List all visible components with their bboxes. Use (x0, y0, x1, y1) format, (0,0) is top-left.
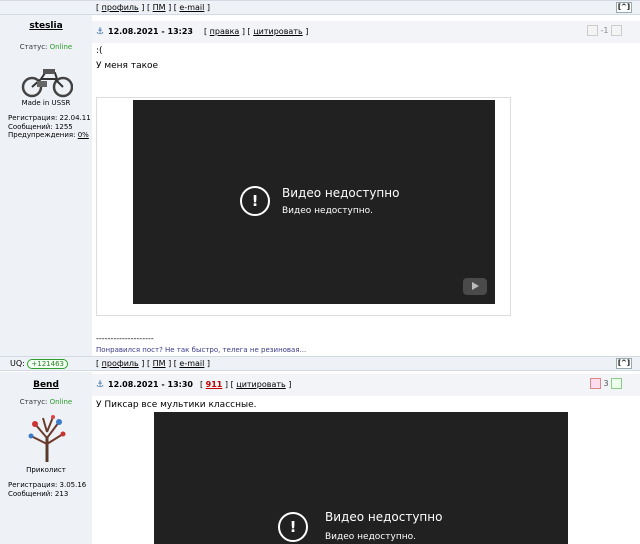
post-text-line: :( (96, 46, 103, 56)
post-date: 12.08.2021 - 13:23 (108, 27, 193, 36)
signature-separator: -------------------- (96, 334, 154, 343)
vote-down-button[interactable] (590, 378, 601, 389)
vote-box: -1 (587, 25, 623, 36)
status-label: Статус: (19, 43, 48, 51)
registration-date: Регистрация: 3.05.16 (8, 481, 87, 489)
post-text-line: У меня такое (96, 61, 159, 71)
status-online: Online (49, 398, 73, 406)
top-link-bar: [ профиль ] [ ПМ ] [ e-mail ] [^] (0, 0, 640, 15)
quote-link[interactable]: цитировать (253, 27, 302, 36)
signature: Понравился пост? Не так быстро, телега н… (96, 346, 307, 354)
author-stats: Регистрация: 22.04.11 Сообщений: 1255 Пр… (8, 114, 91, 140)
mid-link-bar: UQ: +121463 [ профиль ] [ ПМ ] [ e-mail … (0, 356, 640, 371)
post2-header: ⚓ 12.08.2021 - 13:30 [ 911 ] [ цитироват… (92, 374, 640, 396)
scroll-up-button[interactable]: [^] (616, 358, 632, 369)
uq-rating: UQ: +121463 (10, 359, 68, 369)
post-actions: [ правка ] [ цитировать ] (204, 27, 309, 36)
vote-box: 3 (590, 378, 623, 389)
author-name[interactable]: steslia (0, 21, 92, 31)
registration-date: Регистрация: 22.04.11 (8, 114, 91, 122)
reply-number-link[interactable]: 911 (206, 380, 223, 389)
video-player[interactable]: ! Видео недоступно Видео недоступно. (154, 412, 568, 544)
avatar-caption: Приколист (26, 466, 66, 474)
post-date: 12.08.2021 - 13:30 (108, 380, 193, 389)
anchor-icon[interactable]: ⚓ (96, 27, 104, 37)
pm-link[interactable]: ПМ (153, 3, 166, 12)
mid-links: [ профиль ] [ ПМ ] [ e-mail ] (96, 359, 211, 368)
alert-icon: ! (278, 512, 308, 542)
alert-icon: ! (240, 186, 270, 216)
post1-author-panel: steslia Статус: Online Made in USSR Реги… (0, 15, 92, 356)
post2-body: У Пиксар все мультики классные. (96, 400, 256, 410)
status-online: Online (49, 43, 73, 51)
profile-link[interactable]: профиль (102, 359, 139, 368)
quote-link[interactable]: цитировать (236, 380, 285, 389)
status-label: Статус: (19, 398, 48, 406)
edit-link[interactable]: правка (210, 27, 240, 36)
post1-body: :( У меня такое (96, 46, 158, 71)
vote-up-button[interactable] (611, 25, 623, 36)
warnings-value[interactable]: 0% (78, 131, 89, 139)
video-unavailable-title: Видео недоступно (325, 510, 443, 524)
email-link[interactable]: e-mail (179, 3, 204, 12)
video-player[interactable]: ! Видео недоступно Видео недоступно. (133, 100, 495, 304)
uq-label: UQ: (10, 359, 25, 368)
top-links: [ профиль ] [ ПМ ] [ e-mail ] (96, 3, 211, 12)
uq-value: +121463 (27, 359, 68, 369)
warnings: Предупреждения: 0% (8, 131, 91, 140)
video-unavailable-subtitle: Видео недоступно. (325, 532, 416, 542)
vote-down-button[interactable] (587, 25, 598, 36)
warnings-label: Предупреждения: (8, 131, 76, 139)
email-link[interactable]: e-mail (179, 359, 204, 368)
vote-score: -1 (600, 26, 609, 35)
author-status: Статус: Online (0, 43, 92, 51)
message-count: Сообщений: 213 (8, 489, 69, 498)
youtube-icon[interactable] (463, 278, 487, 295)
post2-author-panel: Bend Статус: Online Приколист Регистраци… (0, 372, 92, 544)
message-count: Сообщений: 1255 (8, 122, 73, 131)
profile-link[interactable]: профиль (102, 3, 139, 12)
vote-score: 3 (603, 379, 609, 388)
post-actions: [ 911 ] [ цитировать ] (200, 380, 292, 389)
avatar-caption: Made in USSR (21, 99, 71, 107)
author-stats: Регистрация: 3.05.16 Сообщений: 213 (8, 481, 86, 498)
scroll-up-button[interactable]: [^] (616, 2, 632, 13)
author-name[interactable]: Bend (0, 380, 92, 390)
avatar (21, 69, 73, 98)
pm-link[interactable]: ПМ (153, 359, 166, 368)
post1-header: ⚓ 12.08.2021 - 13:23 [ правка ] [ цитиро… (92, 21, 640, 43)
post-text-line: У Пиксар все мультики классные. (96, 400, 257, 410)
video-unavailable-subtitle: Видео недоступно. (282, 206, 373, 216)
avatar (28, 415, 66, 462)
vote-up-button[interactable] (611, 378, 623, 389)
anchor-icon[interactable]: ⚓ (96, 380, 104, 390)
author-status: Статус: Online (0, 398, 92, 406)
video-unavailable-title: Видео недоступно (282, 186, 400, 200)
